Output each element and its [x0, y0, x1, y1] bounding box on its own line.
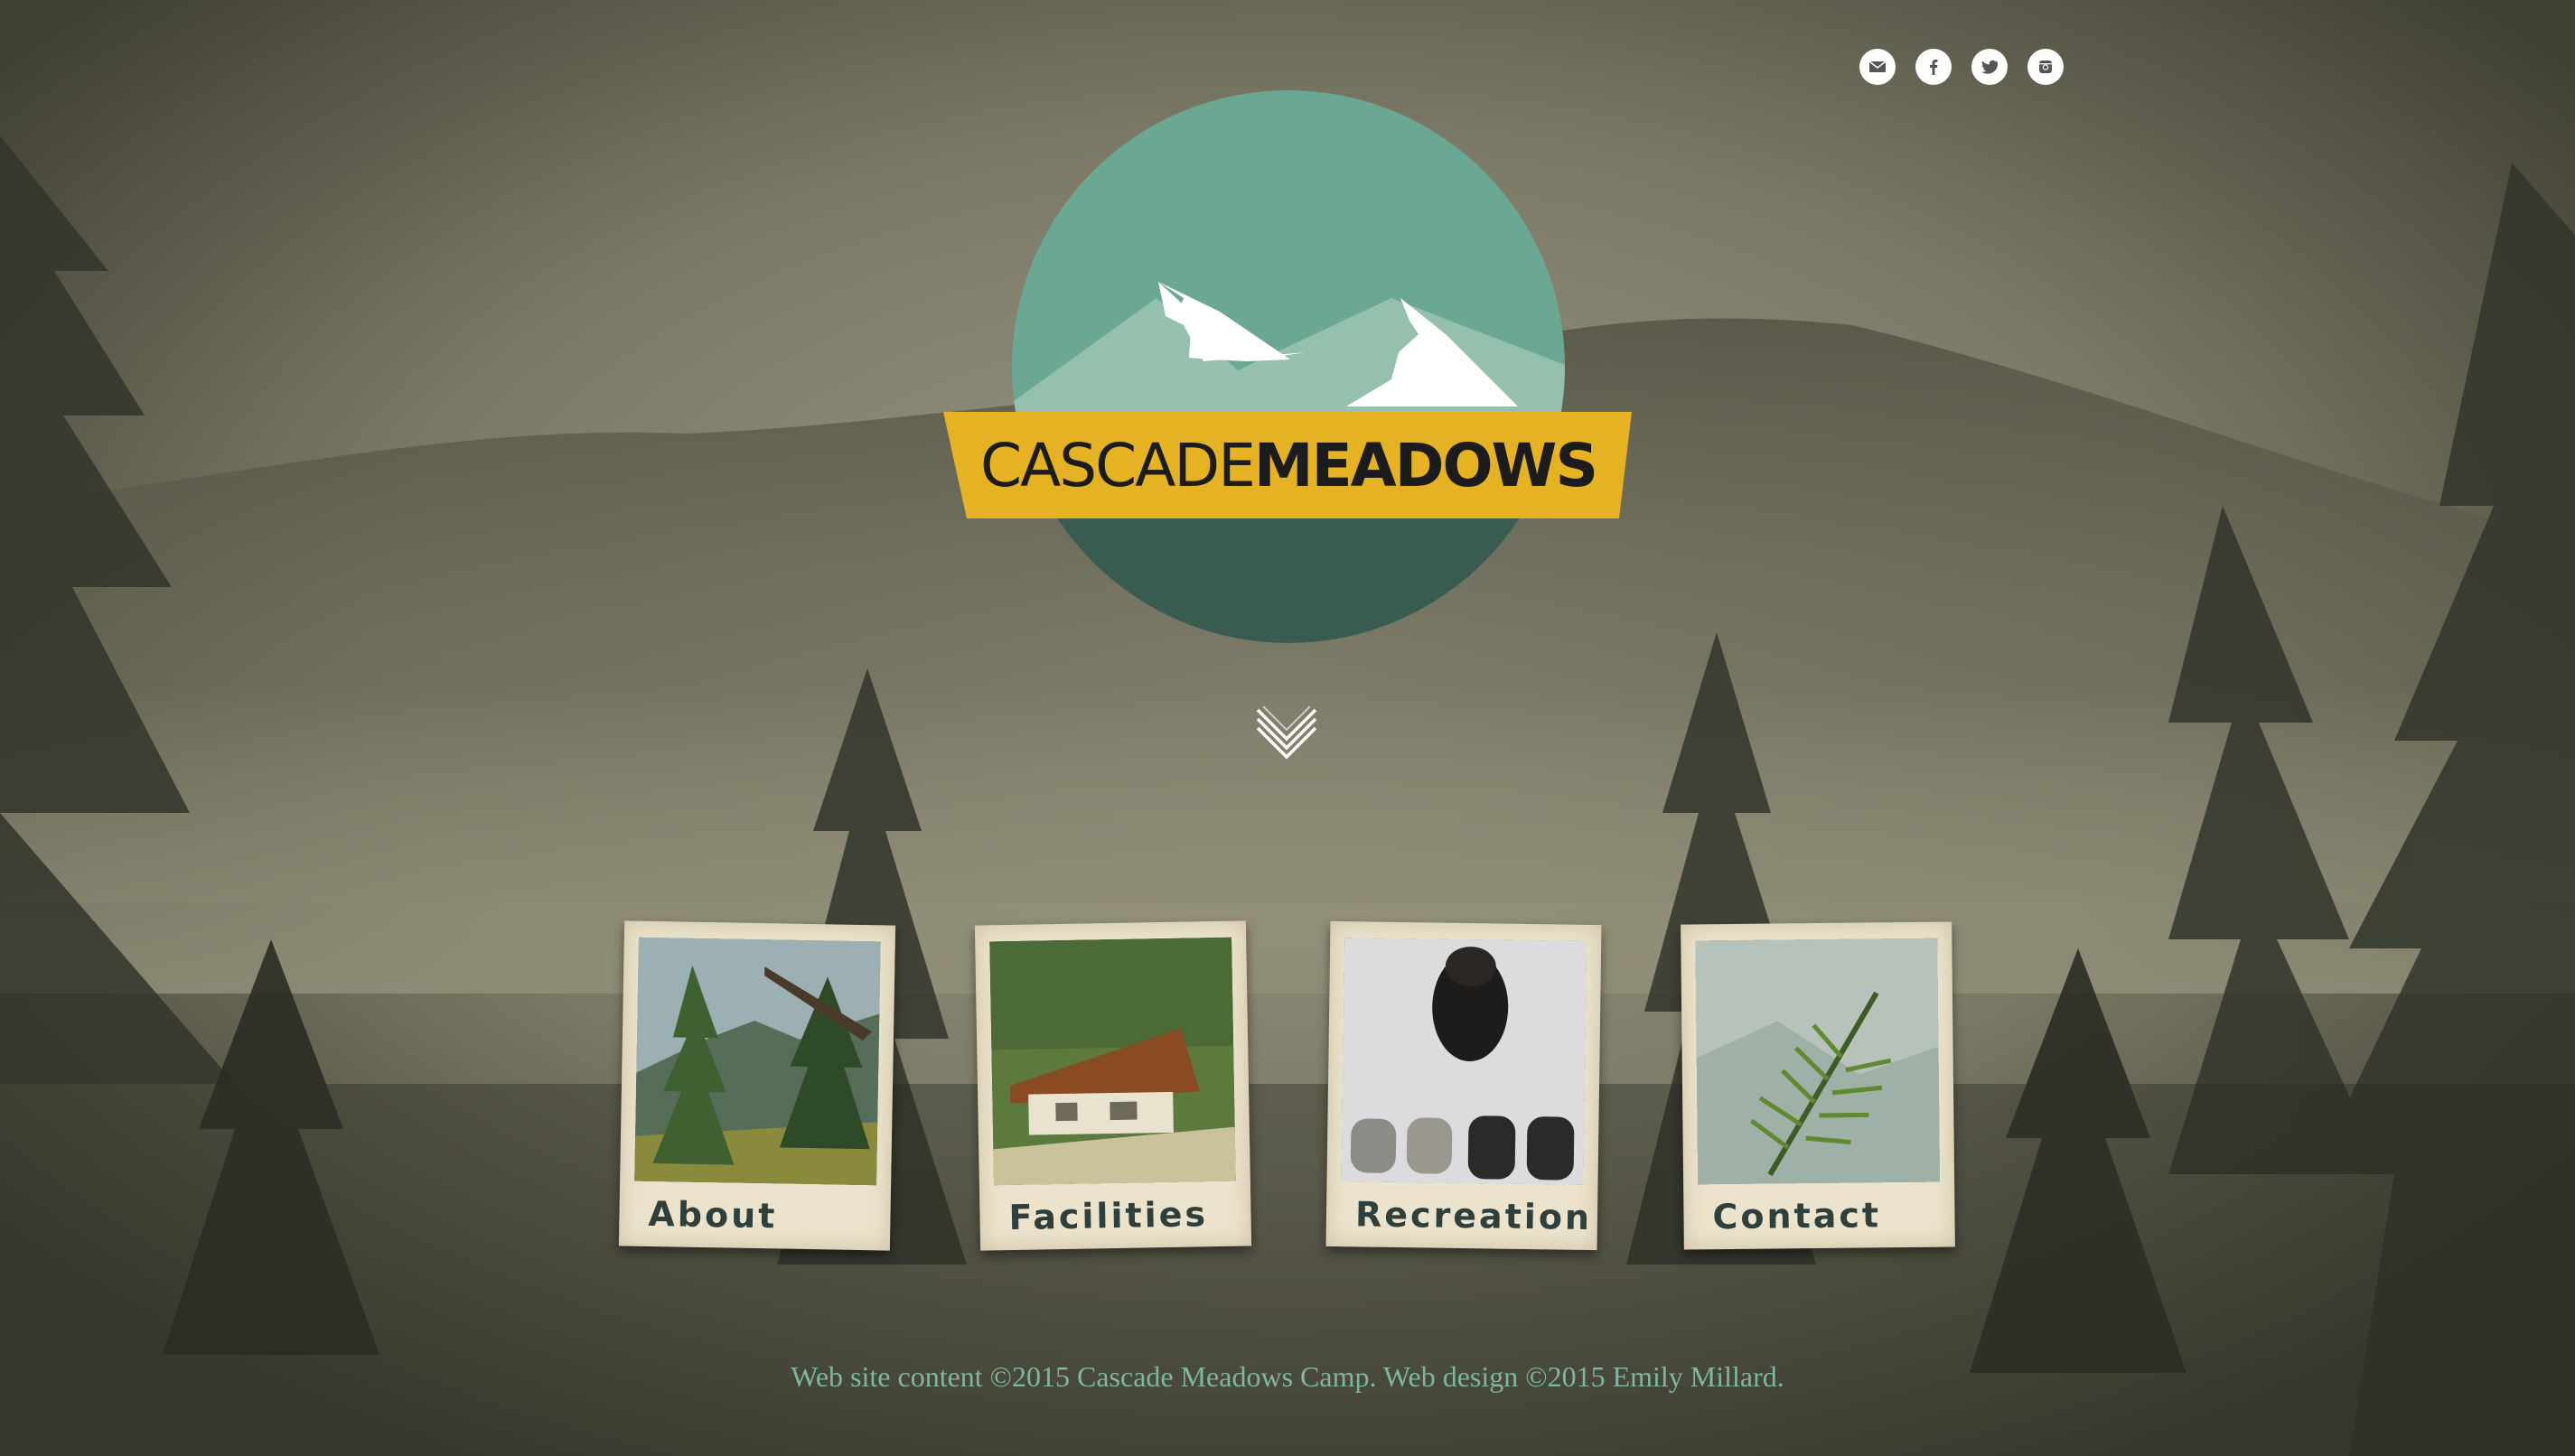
nav-label-contact: Contact — [1712, 1195, 1882, 1237]
recreation-photo — [1341, 938, 1587, 1185]
brand-name: CASCADEMEADOWS — [980, 430, 1598, 500]
contact-photo — [1695, 938, 1941, 1185]
instagram-icon[interactable] — [2027, 49, 2064, 85]
nav-card-recreation[interactable]: Recreation — [1325, 920, 1602, 1251]
footer-copyright: Web site content ©2015 Cascade Meadows C… — [791, 1360, 1784, 1393]
nav-label-facilities: Facilities — [1008, 1194, 1209, 1238]
nav-label-recreation: Recreation — [1354, 1194, 1593, 1237]
facebook-icon[interactable] — [1915, 49, 1952, 85]
brand-name-bold: MEADOWS — [1253, 430, 1598, 500]
email-icon[interactable] — [1859, 49, 1896, 85]
social-links — [1859, 49, 2064, 85]
about-photo — [634, 937, 881, 1186]
scroll-down-chevron-icon[interactable] — [1250, 699, 1323, 762]
site-logo[interactable]: CASCADEMEADOWS — [940, 90, 1635, 650]
nav-card-facilities[interactable]: Facilities — [974, 920, 1252, 1251]
facilities-photo — [989, 937, 1236, 1186]
twitter-icon[interactable] — [1971, 49, 2008, 85]
nav-card-contact[interactable]: Contact — [1681, 921, 1955, 1250]
nav-card-about[interactable]: About — [618, 920, 896, 1251]
brand-banner: CASCADEMEADOWS — [945, 412, 1632, 518]
nav-label-about: About — [648, 1193, 778, 1237]
brand-name-light: CASCADE — [980, 430, 1256, 500]
